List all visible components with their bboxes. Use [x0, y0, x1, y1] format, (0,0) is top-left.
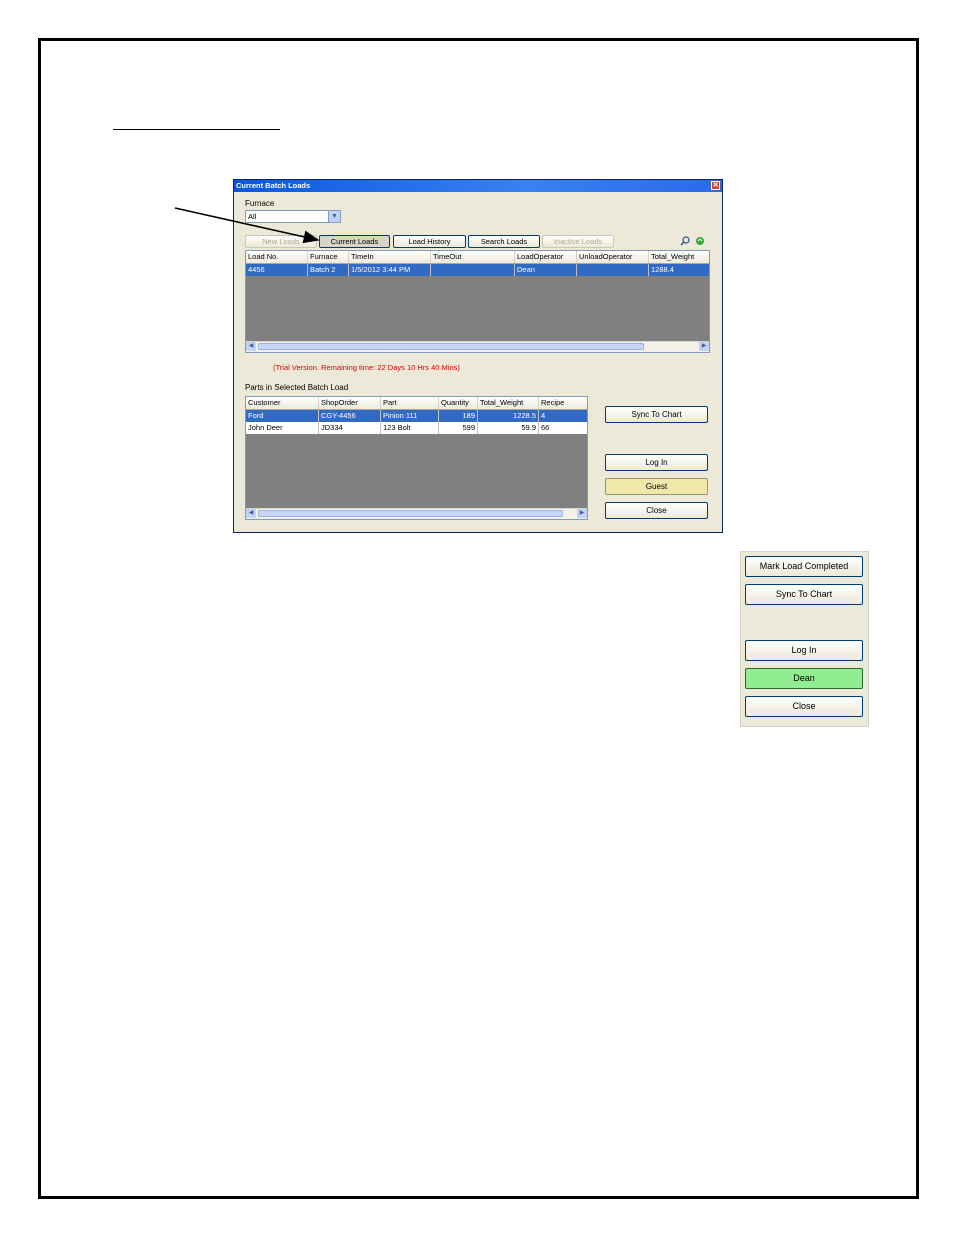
column-header[interactable]: Load No. [246, 251, 308, 263]
table-row[interactable]: 4456 Batch 2 1/5/2012 3:44 PM Dean 1288.… [246, 264, 709, 276]
chevron-right-icon[interactable]: ▶ [577, 509, 587, 518]
column-header[interactable]: Total_Weight [478, 397, 539, 409]
column-header[interactable]: Recipe [539, 397, 587, 409]
table-cell: Dean [515, 264, 577, 276]
table-cell: Batch 2 [308, 264, 349, 276]
sync-to-chart-button[interactable]: Sync To Chart [605, 406, 708, 423]
column-header[interactable]: Total_Weight [649, 251, 709, 263]
current-batch-loads-window: Current Batch Loads ✕ Furnace All ▼ New … [233, 179, 723, 533]
logged-in-button-panel: Mark Load Completed Sync To Chart Log In… [740, 551, 869, 727]
table-row[interactable]: Ford CGY-4456 Pinion 111 189 1228.5 4 [246, 410, 587, 422]
column-header[interactable]: TimeIn [349, 251, 431, 263]
table-cell: 59.9 [478, 422, 539, 434]
tab-new-loads[interactable]: New Loads [245, 235, 317, 248]
table-cell: 599 [439, 422, 478, 434]
table-cell: 123 Bolt [381, 422, 439, 434]
table-cell: 4456 [246, 264, 308, 276]
column-header[interactable]: LoadOperator [515, 251, 577, 263]
horizontal-scrollbar[interactable]: ◀ ▶ [246, 508, 587, 519]
column-header[interactable]: Part [381, 397, 439, 409]
parts-label: Parts in Selected Batch Load [245, 383, 349, 392]
furnace-label: Furnace [245, 199, 275, 208]
table-cell: 66 [539, 422, 587, 434]
close-icon[interactable]: ✕ [711, 181, 720, 190]
sync-to-chart-button[interactable]: Sync To Chart [745, 584, 863, 605]
column-header[interactable]: TimeOut [431, 251, 515, 263]
tab-load-history[interactable]: Load History [393, 235, 466, 248]
chevron-left-icon[interactable]: ◀ [246, 342, 256, 351]
tab-current-loads[interactable]: Current Loads [319, 235, 390, 248]
guest-user-badge: Guest [605, 478, 708, 495]
column-header[interactable]: Quantity [439, 397, 478, 409]
parts-table: Customer ShopOrder Part Quantity Total_W… [245, 396, 588, 520]
table-cell: 4 [539, 410, 587, 422]
table-cell: CGY-4456 [319, 410, 381, 422]
window-titlebar: Current Batch Loads ✕ [234, 180, 722, 192]
furnace-select[interactable]: All ▼ [245, 210, 341, 223]
chevron-down-icon[interactable]: ▼ [328, 211, 340, 222]
table-cell [577, 264, 649, 276]
table-cell: 189 [439, 410, 478, 422]
search-icon[interactable] [680, 236, 690, 249]
table-cell: Ford [246, 410, 319, 422]
parts-table-header: Customer ShopOrder Part Quantity Total_W… [246, 397, 587, 410]
table-cell [431, 264, 515, 276]
table-cell: 1/5/2012 3:44 PM [349, 264, 431, 276]
heading-underline [113, 129, 280, 130]
column-header[interactable]: UnloadOperator [577, 251, 649, 263]
chevron-right-icon[interactable]: ▶ [699, 342, 709, 351]
close-button[interactable]: Close [745, 696, 863, 717]
column-header[interactable]: Furnace [308, 251, 349, 263]
scrollbar-thumb[interactable] [258, 510, 563, 517]
current-user-badge: Dean [745, 668, 863, 689]
mark-load-completed-button[interactable]: Mark Load Completed [745, 556, 863, 577]
table-row[interactable]: John Deer JD334 123 Bolt 599 59.9 66 [246, 422, 587, 434]
table-cell: 1228.5 [478, 410, 539, 422]
tab-search-loads[interactable]: Search Loads [468, 235, 540, 248]
chevron-left-icon[interactable]: ◀ [246, 509, 256, 518]
tab-inactive-loads[interactable]: Inactive Loads [542, 235, 614, 248]
table-cell: John Deer [246, 422, 319, 434]
table-cell: Pinion 111 [381, 410, 439, 422]
column-header[interactable]: Customer [246, 397, 319, 409]
log-in-button[interactable]: Log In [605, 454, 708, 471]
close-button[interactable]: Close [605, 502, 708, 519]
log-in-button[interactable]: Log In [745, 640, 863, 661]
horizontal-scrollbar[interactable]: ◀ ▶ [246, 341, 709, 352]
loads-table-header: Load No. Furnace TimeIn TimeOut LoadOper… [246, 251, 709, 264]
window-title: Current Batch Loads [236, 181, 311, 190]
loads-table: Load No. Furnace TimeIn TimeOut LoadOper… [245, 250, 710, 353]
table-cell: JD334 [319, 422, 381, 434]
table-cell: 1288.4 [649, 264, 709, 276]
refresh-icon[interactable] [695, 236, 705, 249]
column-header[interactable]: ShopOrder [319, 397, 381, 409]
scrollbar-thumb[interactable] [258, 343, 644, 350]
trial-notice: (Trial Version. Remaining time: 22 Days … [273, 363, 460, 372]
furnace-select-value: All [248, 212, 257, 221]
